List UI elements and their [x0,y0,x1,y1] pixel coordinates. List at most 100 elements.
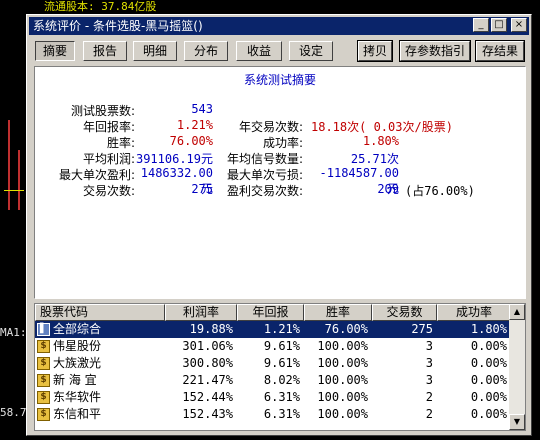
table-cell: 152.43% [182,407,233,421]
tab-distribution[interactable]: 分布 [184,41,228,61]
summary-panel: 系统测试摘要 测试股票数: 543 年回报率: 1.21% 胜率: 76.00%… [34,66,526,299]
table-row[interactable]: $ 大族激光 300.80% 9.61% 100.00% 3 0.00% [35,355,511,372]
tab-summary[interactable]: 摘要 [35,41,75,61]
tab-report[interactable]: 报告 [83,41,127,61]
col-annual-return[interactable]: 年回报 [237,304,304,321]
window-title: 系统评价 - 条件选股-黑马摇篮() [33,19,203,33]
table-cell: 301.06% [182,339,233,353]
portfolio-icon: ▌ [37,323,50,336]
table-cell: 100.00% [317,373,368,387]
table-cell: 3 [425,356,433,370]
toolbar: 摘要 报告 明细 分布 收益 设定 拷贝 存参数指引 存结果 [31,39,527,63]
table-cell: 275 [411,322,433,336]
float-shares-text: 流通股本: 37.84亿股 [44,0,157,13]
table-cell: 0.00% [470,390,507,404]
win-rate-label: 胜率: [106,136,135,150]
stock-name-cell: $ 大族激光 [35,355,165,372]
tab-settings[interactable]: 设定 [289,41,333,61]
table-cell: 6.31% [263,407,300,421]
stock-name: 全部综合 [53,322,102,336]
avg-profit-label: 平均利润: [82,152,135,166]
col-trade-count[interactable]: 交易数 [372,304,437,321]
annual-return-value: 1.21% [176,118,213,132]
table-cell: 0.00% [470,407,507,421]
col-profit-rate[interactable]: 利润率 [165,304,237,321]
stock-name: 伟星股份 [53,339,102,353]
trade-count-label: 交易次数: [82,184,135,198]
candle-line [18,150,20,210]
table-cell: 100.00% [317,339,368,353]
table-cell: 9.61% [263,356,300,370]
col-stock-code[interactable]: 股票代码 [35,304,165,321]
table-row[interactable]: ▌ 全部综合 19.88% 1.21% 76.00% 275 1.80% [35,321,511,338]
table-cell: 6.31% [263,390,300,404]
ma-line [4,190,24,191]
table-cell: 100.00% [317,390,368,404]
table-cell: 100.00% [317,407,368,421]
table-header: 股票代码 利润率 年回报 胜率 交易数 成功率 [35,304,511,321]
table-row[interactable]: $ 伟星股份 301.06% 9.61% 100.00% 3 0.00% [35,338,511,355]
scroll-down-button[interactable]: ▼ [509,414,525,430]
minimize-button[interactable]: _ [473,18,489,32]
table-cell: 76.00% [324,322,368,336]
profit-trades-value: 209 [377,182,399,196]
table-cell: 0.00% [470,339,507,353]
col-win-rate[interactable]: 胜率 [304,304,372,321]
table-cell: 152.44% [182,390,233,404]
table-cell: 3 [425,339,433,353]
profit-trades-label: 盈利交易次数: [226,184,303,198]
tab-detail[interactable]: 明细 [133,41,177,61]
annual-trades-value: 18.18次( 0.03次/股票) [311,120,453,134]
table-body: ▌ 全部综合 19.88% 1.21% 76.00% 275 1.80% $ 伟星股份 301.0… [35,321,511,423]
title-bar[interactable]: 系统评价 - 条件选股-黑马摇篮() _ □ × [29,17,529,35]
max-gain-label: 最大单次盈利: [58,168,135,182]
trade-count-value: 275 [191,182,213,196]
max-loss-label: 最大单次亏损: [226,168,303,182]
table-cell: 300.80% [182,356,233,370]
stock-name: 东华软件 [53,390,102,404]
table-cell: 19.88% [189,322,233,336]
tab-profit[interactable]: 收益 [236,41,282,61]
save-results-button[interactable]: 存结果 [475,40,525,62]
table-cell: 221.47% [182,373,233,387]
success-rate-label: 成功率: [262,136,303,150]
success-rate-value: 1.80% [362,134,399,148]
scroll-up-button[interactable]: ▲ [509,304,525,320]
col-success-rate[interactable]: 成功率 [437,304,511,321]
stock-name-cell: $ 东华软件 [35,389,165,406]
stock-name-cell: $ 新 海 宜 [35,372,165,389]
system-evaluation-window: 系统评价 - 条件选股-黑马摇篮() _ □ × 摘要 报告 明细 分布 收益 … [26,14,532,436]
maximize-button[interactable]: □ [491,18,507,32]
copy-button[interactable]: 拷贝 [357,40,393,62]
table-cell: 8.02% [263,373,300,387]
avg-signals-label: 年均信号数量: [226,152,303,166]
table-cell: 9.61% [263,339,300,353]
stock-icon: $ [37,408,50,421]
table-row[interactable]: $ 东信和平 152.43% 6.31% 100.00% 2 0.00% [35,406,511,423]
annual-trades-label: 年交易次数: [238,120,303,134]
table-cell: 1.80% [470,322,507,336]
table-cell: 1.21% [263,322,300,336]
table-row[interactable]: $ 新 海 宜 221.47% 8.02% 100.00% 3 0.00% [35,372,511,389]
win-rate-value: 76.00% [169,134,213,148]
stock-name-cell: ▌ 全部综合 [35,321,165,338]
stock-icon: $ [37,391,50,404]
ma-label: MA1: [0,326,27,339]
save-params-button[interactable]: 存参数指引 [399,40,471,62]
table-cell: 100.00% [317,356,368,370]
close-button[interactable]: × [511,18,527,32]
vertical-scrollbar[interactable]: ▲ ▼ [509,304,525,430]
summary-title: 系统测试摘要 [243,73,316,87]
table-cell: 0.00% [470,373,507,387]
table-cell: 2 [425,390,433,404]
tested-stocks-label: 测试股票数: [70,104,135,118]
table-cell: 0.00% [470,356,507,370]
candle-line [8,120,10,210]
stock-name: 东信和平 [53,407,102,421]
avg-profit-value: 391106.19元 [135,152,213,166]
table-row[interactable]: $ 东华软件 152.44% 6.31% 100.00% 2 0.00% [35,389,511,406]
stock-name: 大族激光 [53,356,102,370]
profit-trades-pct: (占76.00%) [405,184,475,198]
stock-name: 新 海 宜 [53,373,97,387]
table-cell: 3 [425,373,433,387]
